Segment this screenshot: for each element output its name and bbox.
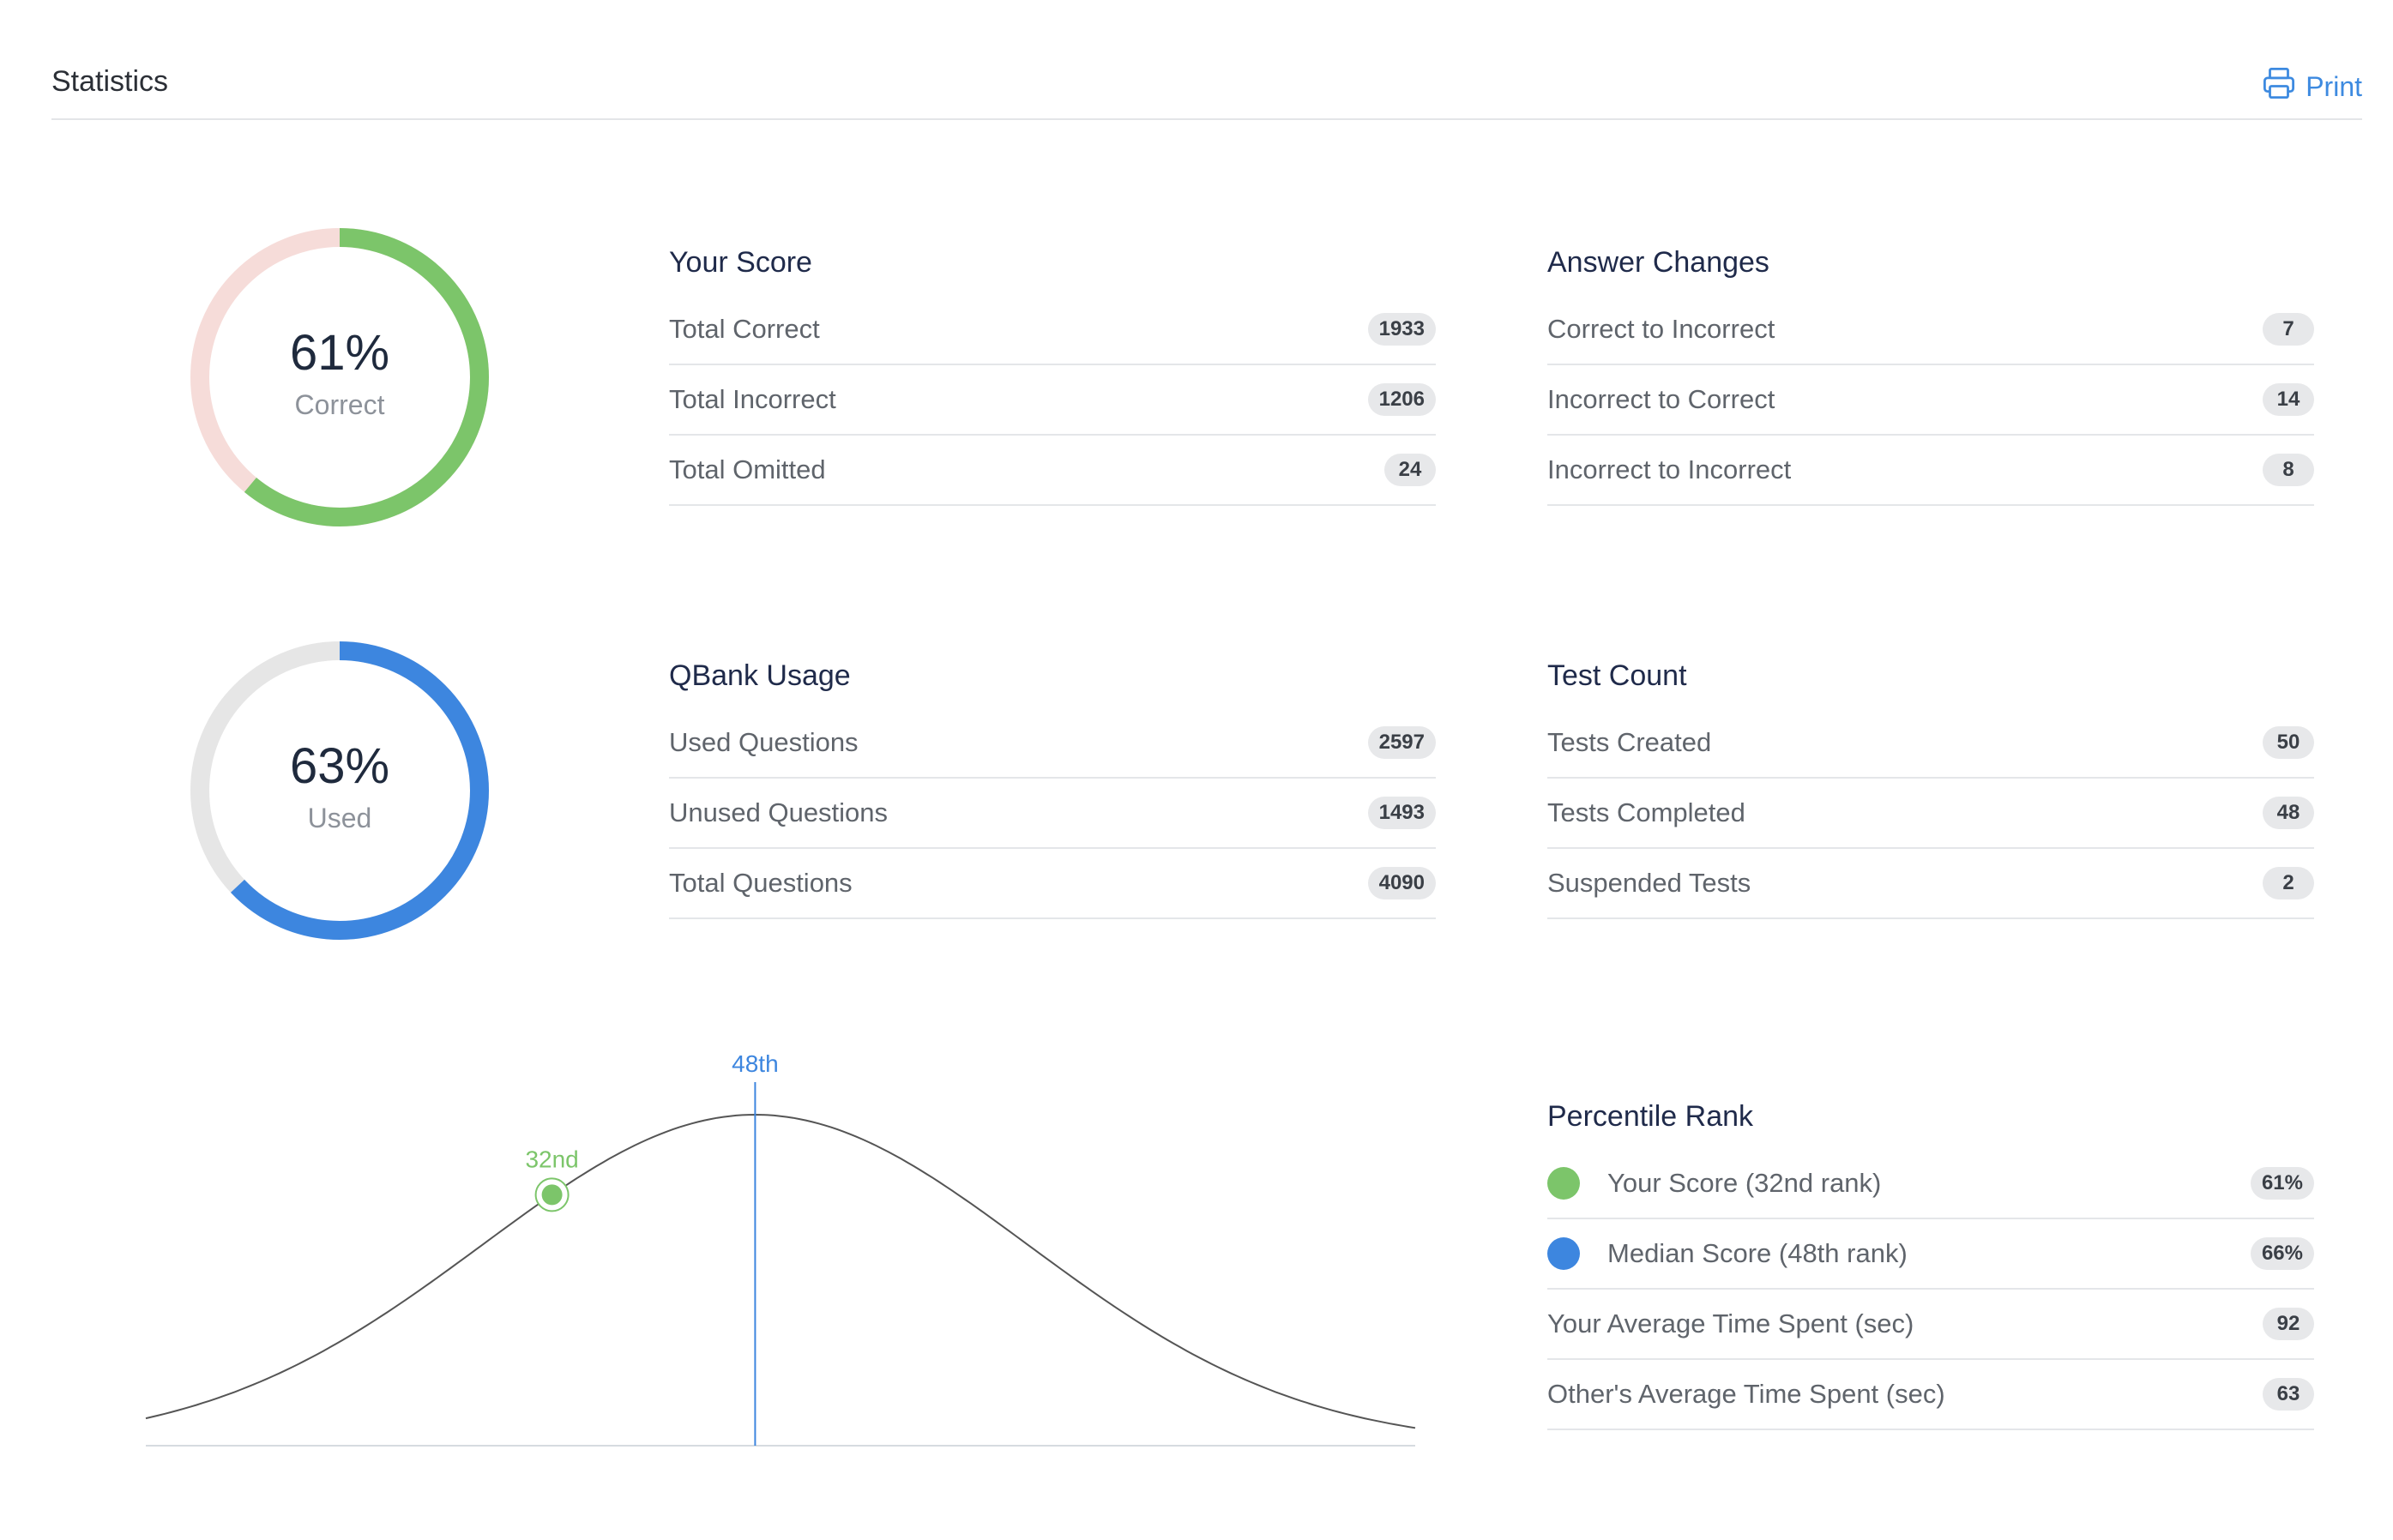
- stat-row: Median Score (48th rank) 66%: [1547, 1219, 2314, 1290]
- correct-donut-chart: 61% Correct: [185, 223, 494, 532]
- stat-badge: 92: [2263, 1308, 2314, 1340]
- percentile-marker-label: 32nd: [525, 1146, 578, 1172]
- header: Statistics Print: [51, 51, 2362, 120]
- stat-badge: 50: [2263, 726, 2314, 759]
- stat-row: Total Incorrect 1206: [669, 365, 1436, 436]
- stat-badge: 1206: [1367, 383, 1436, 416]
- panel-title: Answer Changes: [1547, 246, 1769, 279]
- stat-label: Tests Completed: [1547, 797, 1745, 827]
- your-score-dot-icon: [1547, 1167, 1580, 1200]
- percentile-marker-label: 48th: [732, 1050, 779, 1077]
- stat-label: Other's Average Time Spent (sec): [1547, 1379, 1945, 1409]
- panel-title: QBank Usage: [669, 659, 851, 692]
- answer-changes-panel: Answer Changes Correct to Incorrect 7 In…: [1547, 244, 2314, 506]
- stat-row: Tests Created 50: [1547, 708, 2314, 779]
- stat-label: Incorrect to Correct: [1547, 384, 1775, 414]
- stat-badge: 48: [2263, 797, 2314, 829]
- distribution-curve: [145, 1113, 1416, 1429]
- stat-badge: 24: [1384, 454, 1436, 486]
- your-score-panel: Your Score Total Correct 1933 Total Inco…: [669, 244, 1436, 506]
- donut-label: Correct: [294, 389, 385, 420]
- stat-row: Total Questions 4090: [669, 849, 1436, 919]
- panel-title: Your Score: [669, 246, 812, 279]
- stat-row: Your Score (32nd rank) 61%: [1547, 1149, 2314, 1219]
- percentile-rank-panel: Percentile Rank Your Score (32nd rank) 6…: [1547, 1098, 2314, 1430]
- stat-badge: 66%: [2250, 1237, 2314, 1270]
- median-score-dot-icon: [1547, 1237, 1580, 1270]
- stat-label-wrap: Median Score (48th rank): [1547, 1237, 1908, 1270]
- donut-percent: 61%: [289, 325, 390, 381]
- test-count-panel: Test Count Tests Created 50 Tests Comple…: [1547, 657, 2314, 919]
- stat-row: Unused Questions 1493: [669, 779, 1436, 849]
- used-donut-chart: 63% Used: [185, 636, 494, 945]
- stat-badge: 61%: [2250, 1167, 2314, 1200]
- panel-title: Test Count: [1547, 659, 1687, 692]
- stat-badge: 7: [2263, 313, 2314, 346]
- stat-row: Correct to Incorrect 7: [1547, 295, 2314, 365]
- panel-title: Percentile Rank: [1547, 1100, 1754, 1133]
- qbank-usage-panel: QBank Usage Used Questions 2597 Unused Q…: [669, 657, 1436, 919]
- stat-row: Total Correct 1933: [669, 295, 1436, 365]
- stat-label: Suspended Tests: [1547, 868, 1751, 898]
- stat-label-wrap: Your Score (32nd rank): [1547, 1167, 1881, 1200]
- stat-label: Correct to Incorrect: [1547, 314, 1775, 344]
- stat-label: Incorrect to Incorrect: [1547, 454, 1792, 484]
- percentile-curve-chart: 32nd 48th: [137, 1029, 1424, 1458]
- stat-row: Incorrect to Incorrect 8: [1547, 436, 2314, 506]
- donut-percent: 63%: [289, 738, 390, 794]
- page-title: Statistics: [51, 65, 169, 98]
- stat-label: Unused Questions: [669, 797, 889, 827]
- stat-row: Suspended Tests 2: [1547, 849, 2314, 919]
- stat-label: Total Correct: [669, 314, 820, 344]
- statistics-page: Statistics Print 61% Correct 63% Used Yo…: [0, 0, 2393, 1540]
- stat-label: Median Score (48th rank): [1607, 1238, 1908, 1268]
- stat-row: Total Omitted 24: [669, 436, 1436, 506]
- stat-badge: 1493: [1367, 797, 1436, 829]
- stat-badge: 4090: [1367, 867, 1436, 899]
- stat-label: Tests Created: [1547, 727, 1712, 757]
- stat-badge: 1933: [1367, 313, 1436, 346]
- stat-badge: 2: [2263, 867, 2314, 899]
- stat-label: Total Questions: [669, 868, 853, 898]
- stat-label: Your Average Time Spent (sec): [1547, 1308, 1914, 1338]
- stat-row: Incorrect to Correct 14: [1547, 365, 2314, 436]
- stat-label: Total Incorrect: [669, 384, 836, 414]
- donut-label: Used: [307, 803, 372, 833]
- stat-label: Your Score (32nd rank): [1607, 1168, 1882, 1198]
- printer-icon: [2261, 65, 2297, 108]
- stat-row: Tests Completed 48: [1547, 779, 2314, 849]
- score-marker-dot: [541, 1184, 563, 1206]
- print-button[interactable]: Print: [2261, 65, 2362, 108]
- stat-label: Used Questions: [669, 727, 859, 757]
- print-label: Print: [2306, 70, 2362, 102]
- stat-label: Total Omitted: [669, 454, 826, 484]
- stat-badge: 2597: [1367, 726, 1436, 759]
- stat-badge: 8: [2263, 454, 2314, 486]
- stat-badge: 63: [2263, 1378, 2314, 1411]
- stat-badge: 14: [2263, 383, 2314, 416]
- stat-row: Used Questions 2597: [669, 708, 1436, 779]
- stat-row: Other's Average Time Spent (sec) 63: [1547, 1360, 2314, 1430]
- stat-row: Your Average Time Spent (sec) 92: [1547, 1290, 2314, 1360]
